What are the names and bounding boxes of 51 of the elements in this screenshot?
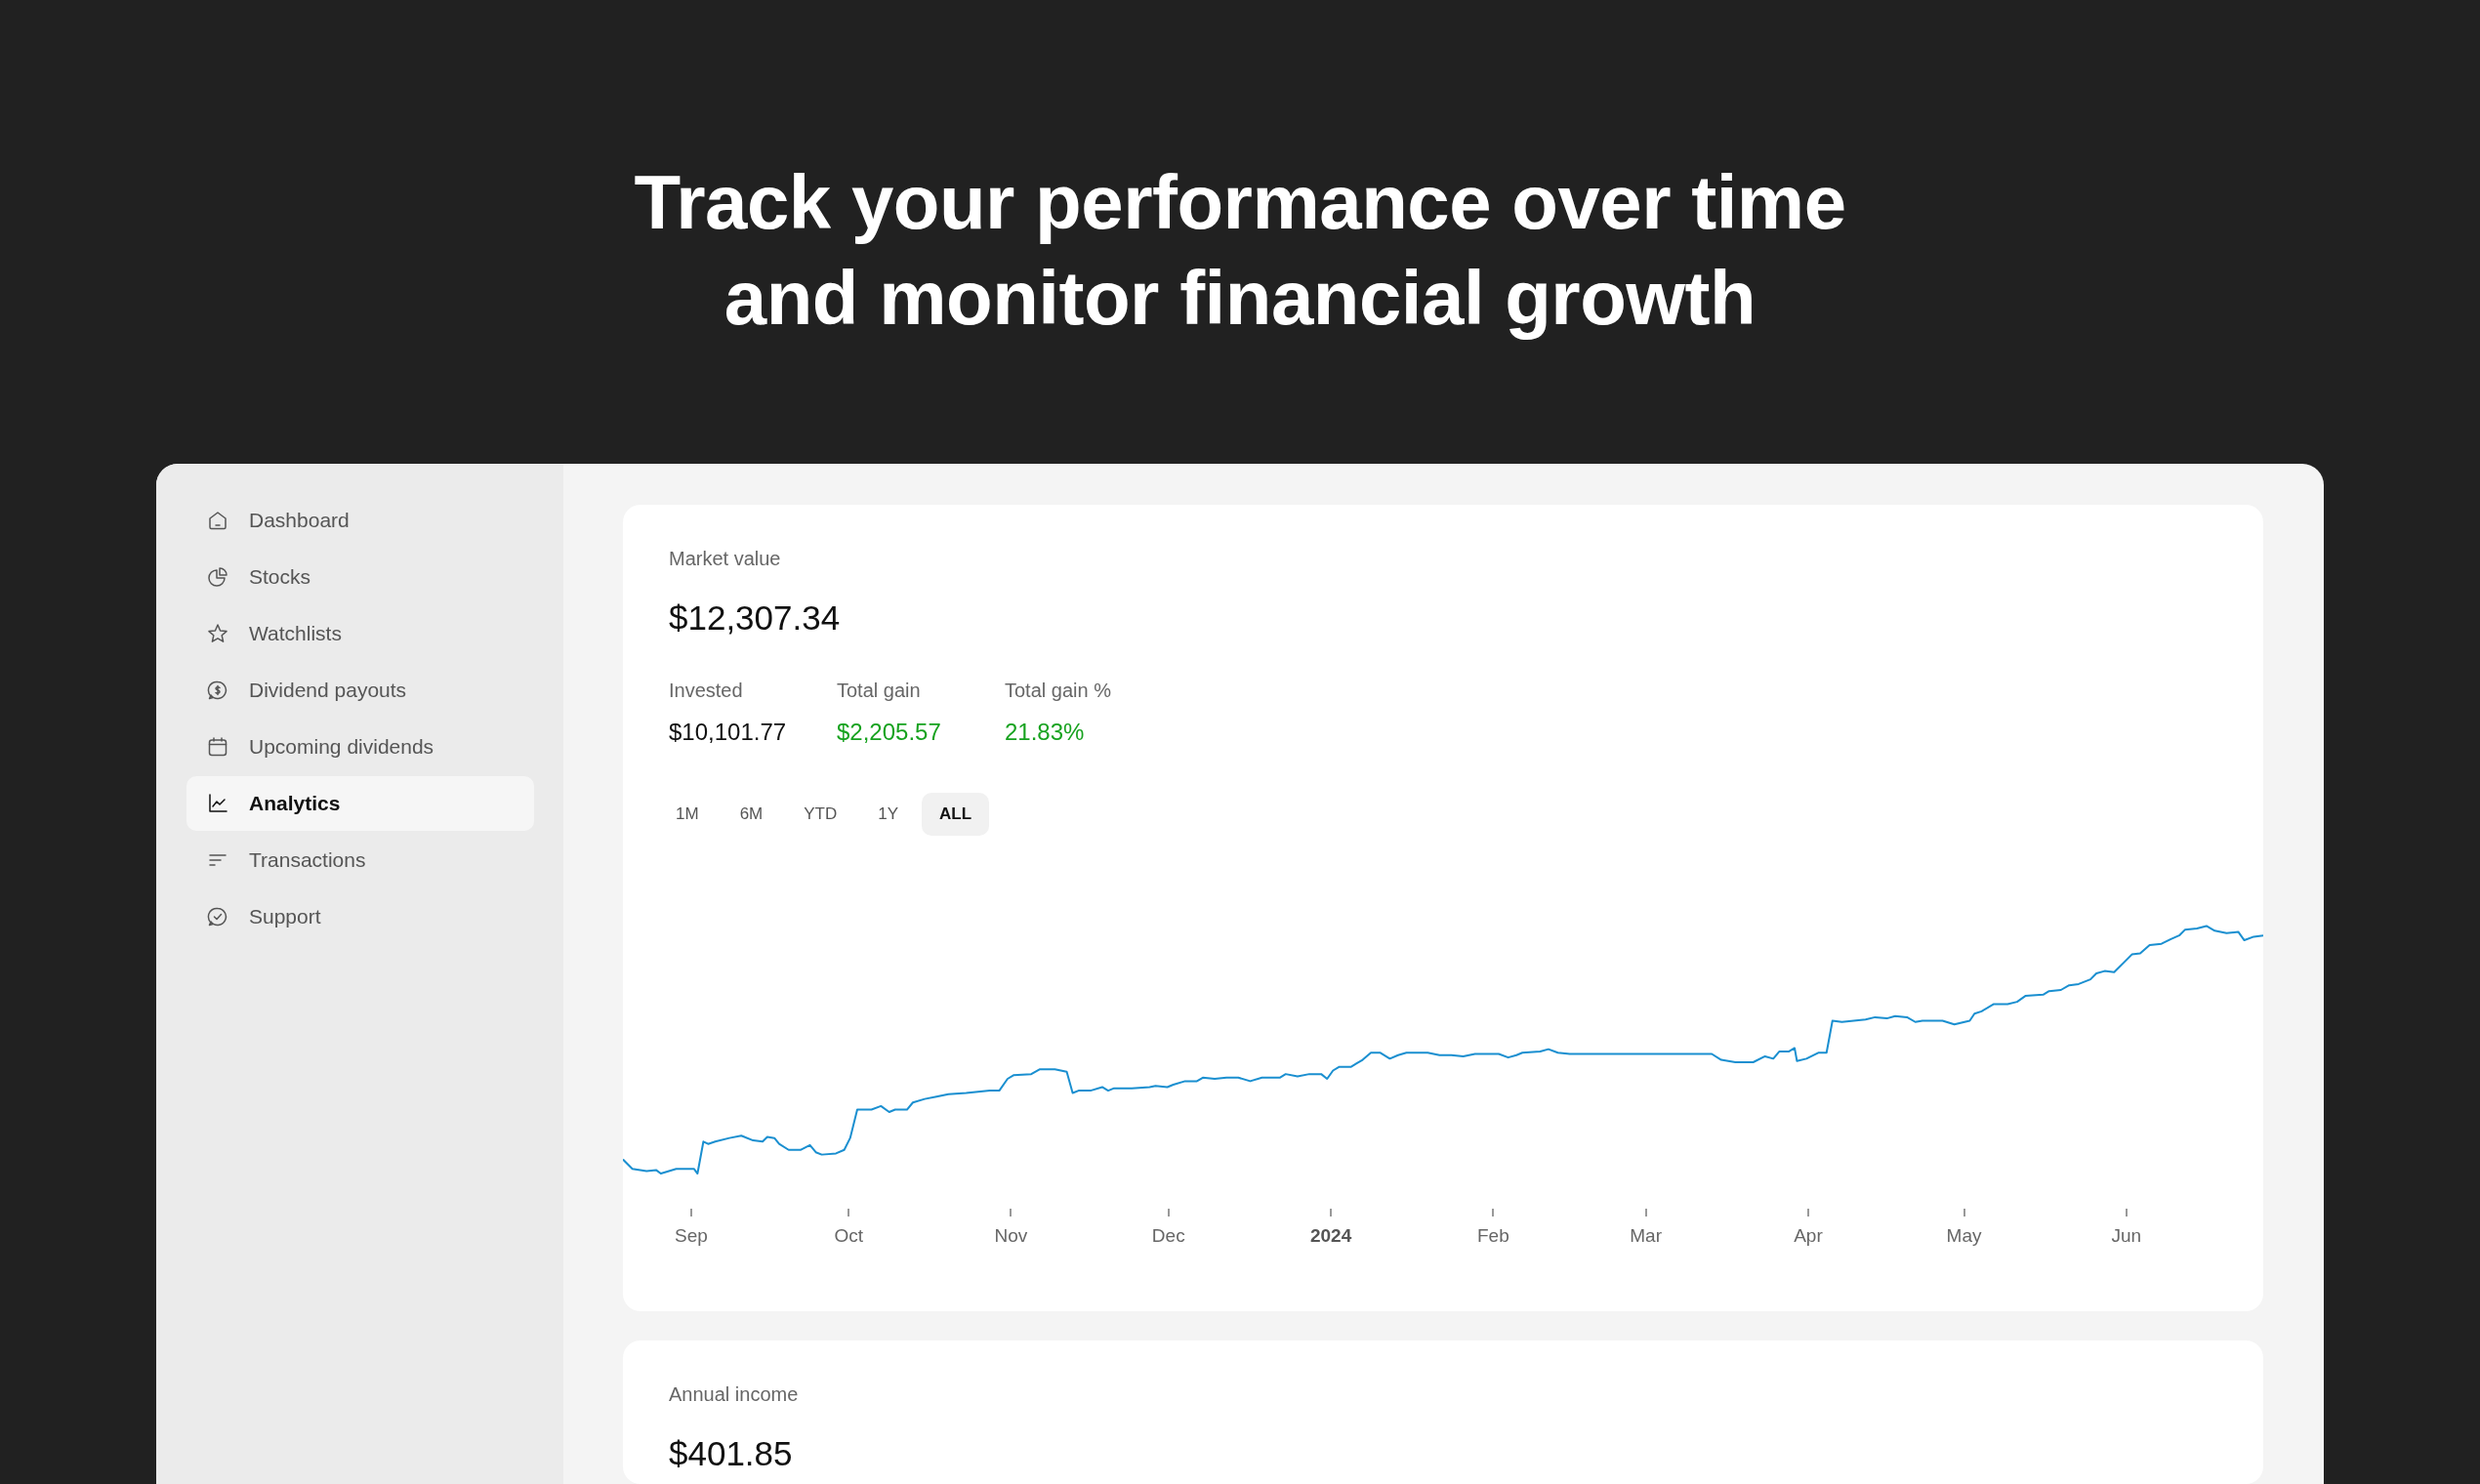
stat-value: 21.83% xyxy=(1005,717,1086,747)
sidebar-item[interactable]: Stocks xyxy=(186,550,534,604)
line-chart-icon xyxy=(206,792,229,815)
sidebar-item[interactable]: Watchlists xyxy=(186,606,534,661)
axis-label: Feb xyxy=(1477,1223,1509,1248)
axis-label: Nov xyxy=(994,1223,1028,1248)
stat-value: $10,101.77 xyxy=(669,717,788,747)
axis-tick xyxy=(2125,1208,2128,1216)
calendar-icon xyxy=(206,735,229,759)
range-tab[interactable]: YTD xyxy=(786,792,855,836)
range-tab[interactable]: ALL xyxy=(922,792,990,836)
home-icon xyxy=(206,509,229,532)
sidebar-item[interactable]: Upcoming dividends xyxy=(186,720,534,774)
axis-tick xyxy=(1167,1208,1170,1216)
axis-tick xyxy=(1806,1208,1809,1216)
axis-tick xyxy=(1010,1208,1013,1216)
range-tab[interactable]: 1Y xyxy=(860,792,917,836)
range-tab[interactable]: 6M xyxy=(722,792,781,836)
axis-tick xyxy=(1644,1208,1647,1216)
annual-income-value: $401.85 xyxy=(669,1433,794,1474)
stat-label: Total gain % xyxy=(1005,678,1112,703)
axis-tick xyxy=(1963,1208,1965,1216)
sidebar-item[interactable]: Dividend payouts xyxy=(186,663,534,718)
sidebar-item[interactable]: Analytics xyxy=(186,776,534,831)
sidebar-item[interactable]: Transactions xyxy=(186,833,534,887)
range-tab[interactable]: 1M xyxy=(658,792,717,836)
axis-label: Mar xyxy=(1630,1223,1662,1248)
axis-label: Dec xyxy=(1151,1223,1185,1248)
axis-label: 2024 xyxy=(1309,1223,1352,1248)
card-title: Annual income xyxy=(669,1382,800,1407)
axis-tick xyxy=(847,1208,850,1216)
axis-tick xyxy=(1492,1208,1495,1216)
sidebar-item[interactable]: Support xyxy=(186,889,534,944)
chat-check-icon xyxy=(206,905,229,928)
axis-label: Sep xyxy=(674,1223,708,1248)
dollar-coin-icon xyxy=(206,679,229,702)
headline: Track your performance over time and monitor financial growth xyxy=(633,158,1847,343)
market-value: $12,307.34 xyxy=(669,598,842,639)
axis-label: May xyxy=(1946,1223,1982,1248)
sidebar-item[interactable]: Dashboard xyxy=(186,493,534,548)
axis-tick xyxy=(1330,1208,1333,1216)
pie-chart-icon xyxy=(206,565,229,589)
stat-value: $2,205.57 xyxy=(837,717,942,747)
axis-label: Jun xyxy=(2111,1223,2142,1248)
star-icon xyxy=(206,622,229,645)
card-title: Market value xyxy=(669,547,782,571)
axis-label: Oct xyxy=(834,1223,863,1248)
axis-tick xyxy=(689,1208,692,1216)
stat-label: Total gain xyxy=(837,678,922,703)
stat-label: Invested xyxy=(669,678,744,703)
axis-label: Apr xyxy=(1794,1223,1823,1248)
